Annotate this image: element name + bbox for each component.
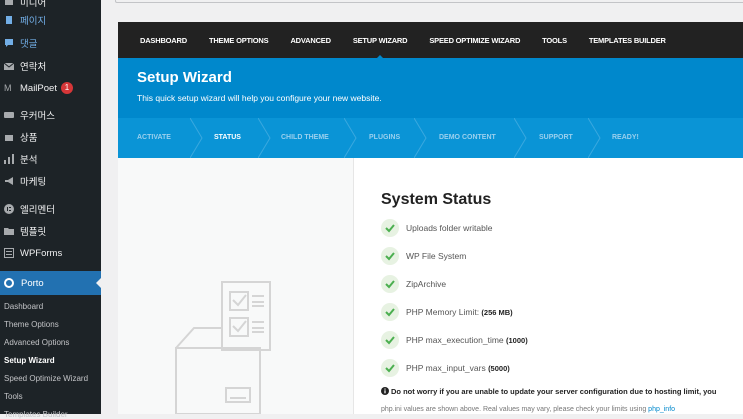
status-row: PHP Memory Limit: (256 MB) xyxy=(381,302,513,322)
status-label: PHP Memory Limit: xyxy=(406,307,482,317)
admin-sidebar: 미디어 페이지 댓글 연락처 M MailPoet 1 우커머스 상품 분석 마… xyxy=(0,0,101,419)
step-status[interactable]: STATUS xyxy=(214,118,241,158)
tab-speed-optimize-wizard[interactable]: SPEED OPTIMIZE WIZARD xyxy=(429,36,520,45)
sidebar-item-elementor[interactable]: 엘리멘터 xyxy=(0,198,101,220)
info-icon xyxy=(381,387,389,395)
sidebar-item-porto[interactable]: Porto xyxy=(0,271,101,295)
step-separator xyxy=(588,118,601,158)
sidebar-item-marketing[interactable]: 마케팅 xyxy=(0,170,101,192)
sidebar-item-pages[interactable]: 페이지 xyxy=(0,9,101,31)
contact-icon xyxy=(3,61,15,71)
status-label: WP File System xyxy=(406,251,467,261)
step-child-theme[interactable]: CHILD THEME xyxy=(281,118,329,158)
submenu-advanced-options[interactable]: Advanced Options xyxy=(4,338,69,347)
tab-setup-wizard[interactable]: SETUP WIZARD xyxy=(353,36,408,60)
submenu-dashboard[interactable]: Dashboard xyxy=(4,302,43,311)
status-row: Uploads folder writable xyxy=(381,218,492,238)
status-value: (1000) xyxy=(506,336,528,345)
submenu-templates-builder[interactable]: Templates Builder xyxy=(4,410,68,419)
status-label: PHP max_input_vars xyxy=(406,363,489,373)
step-separator xyxy=(344,118,357,158)
step-separator xyxy=(414,118,427,158)
status-value: (256 MB) xyxy=(481,308,513,317)
comments-icon xyxy=(4,38,14,48)
php-info-link[interactable]: php_info xyxy=(648,406,675,413)
tab-tools[interactable]: TOOLS xyxy=(542,36,567,45)
templates-icon xyxy=(4,226,14,236)
check-icon xyxy=(381,303,399,321)
step-demo-content[interactable]: DEMO CONTENT xyxy=(439,118,496,158)
status-label: ZipArchive xyxy=(406,279,447,289)
tab-templates-builder[interactable]: TEMPLATES BUILDER xyxy=(589,36,666,45)
page-title: Setup Wizard xyxy=(137,69,232,86)
analytics-icon xyxy=(4,154,14,164)
status-value: (5000) xyxy=(488,364,510,373)
status-row: WP File System xyxy=(381,246,466,266)
status-row: PHP max_execution_time (1000) xyxy=(381,330,528,350)
sidebar-item-mailpoet[interactable]: M MailPoet 1 xyxy=(0,77,101,99)
wpforms-icon xyxy=(4,248,14,258)
step-plugins[interactable]: PLUGINS xyxy=(369,118,400,158)
step-activate[interactable]: ACTIVATE xyxy=(137,118,171,158)
check-icon xyxy=(381,331,399,349)
step-separator xyxy=(190,118,203,158)
page-subtitle: This quick setup wizard will help you co… xyxy=(137,93,382,103)
check-icon xyxy=(381,219,399,237)
media-icon xyxy=(4,0,14,7)
section-title: System Status xyxy=(381,191,492,208)
wizard-header: Setup Wizard This quick setup wizard wil… xyxy=(118,58,743,118)
marketing-icon xyxy=(4,176,14,186)
mailpoet-icon: M xyxy=(4,83,12,93)
php-ini-note-text: php.ini values are shown above. Real val… xyxy=(381,406,649,413)
checklist-illustration-icon xyxy=(175,281,271,414)
info-note: Do not worry if you are unable to update… xyxy=(381,387,716,396)
sidebar-item-comments[interactable]: 댓글 xyxy=(0,32,101,54)
porto-icon xyxy=(4,278,14,288)
step-ready[interactable]: READY! xyxy=(612,118,639,158)
php-ini-note: php.ini values are shown above. Real val… xyxy=(381,406,675,413)
notification-badge: 1 xyxy=(60,82,73,94)
submenu-tools[interactable]: Tools xyxy=(4,392,23,401)
elementor-icon xyxy=(4,204,14,214)
illustration-panel xyxy=(118,158,354,414)
status-row: PHP max_input_vars (5000) xyxy=(381,358,510,378)
step-support[interactable]: SUPPORT xyxy=(539,118,573,158)
tab-theme-options[interactable]: THEME OPTIONS xyxy=(209,36,269,45)
status-row: ZipArchive xyxy=(381,274,446,294)
submenu-setup-wizard[interactable]: Setup Wizard xyxy=(4,356,55,365)
top-notice-edge xyxy=(115,0,743,3)
sidebar-item-wpforms[interactable]: WPForms xyxy=(0,242,101,264)
wizard-steps: ACTIVATE STATUS CHILD THEME PLUGINS DEMO… xyxy=(118,118,743,158)
pages-icon xyxy=(4,15,14,25)
tab-dashboard[interactable]: DASHBOARD xyxy=(140,36,187,45)
wizard-content: System Status Uploads folder writable WP… xyxy=(118,158,743,414)
sidebar-item-contact[interactable]: 연락처 xyxy=(0,55,101,77)
check-icon xyxy=(381,247,399,265)
products-icon xyxy=(4,132,14,142)
woocommerce-icon xyxy=(4,110,14,120)
check-icon xyxy=(381,359,399,377)
step-separator xyxy=(258,118,271,158)
sidebar-item-analytics[interactable]: 분석 xyxy=(0,148,101,170)
sidebar-item-products[interactable]: 상품 xyxy=(0,126,101,148)
status-label: PHP max_execution_time xyxy=(406,335,507,345)
submenu-theme-options[interactable]: Theme Options xyxy=(4,320,59,329)
porto-top-nav: DASHBOARD THEME OPTIONS ADVANCED SETUP W… xyxy=(118,22,743,60)
info-note-text: Do not worry if you are unable to update… xyxy=(391,387,717,396)
status-label: Uploads folder writable xyxy=(406,223,493,233)
step-separator xyxy=(514,118,527,158)
submenu-speed-optimize-wizard[interactable]: Speed Optimize Wizard xyxy=(4,374,88,383)
check-icon xyxy=(381,275,399,293)
active-menu-arrow xyxy=(96,278,101,288)
sidebar-item-templates[interactable]: 템플릿 xyxy=(0,220,101,242)
sidebar-item-woocommerce[interactable]: 우커머스 xyxy=(0,104,101,126)
tab-advanced[interactable]: ADVANCED xyxy=(290,36,331,45)
